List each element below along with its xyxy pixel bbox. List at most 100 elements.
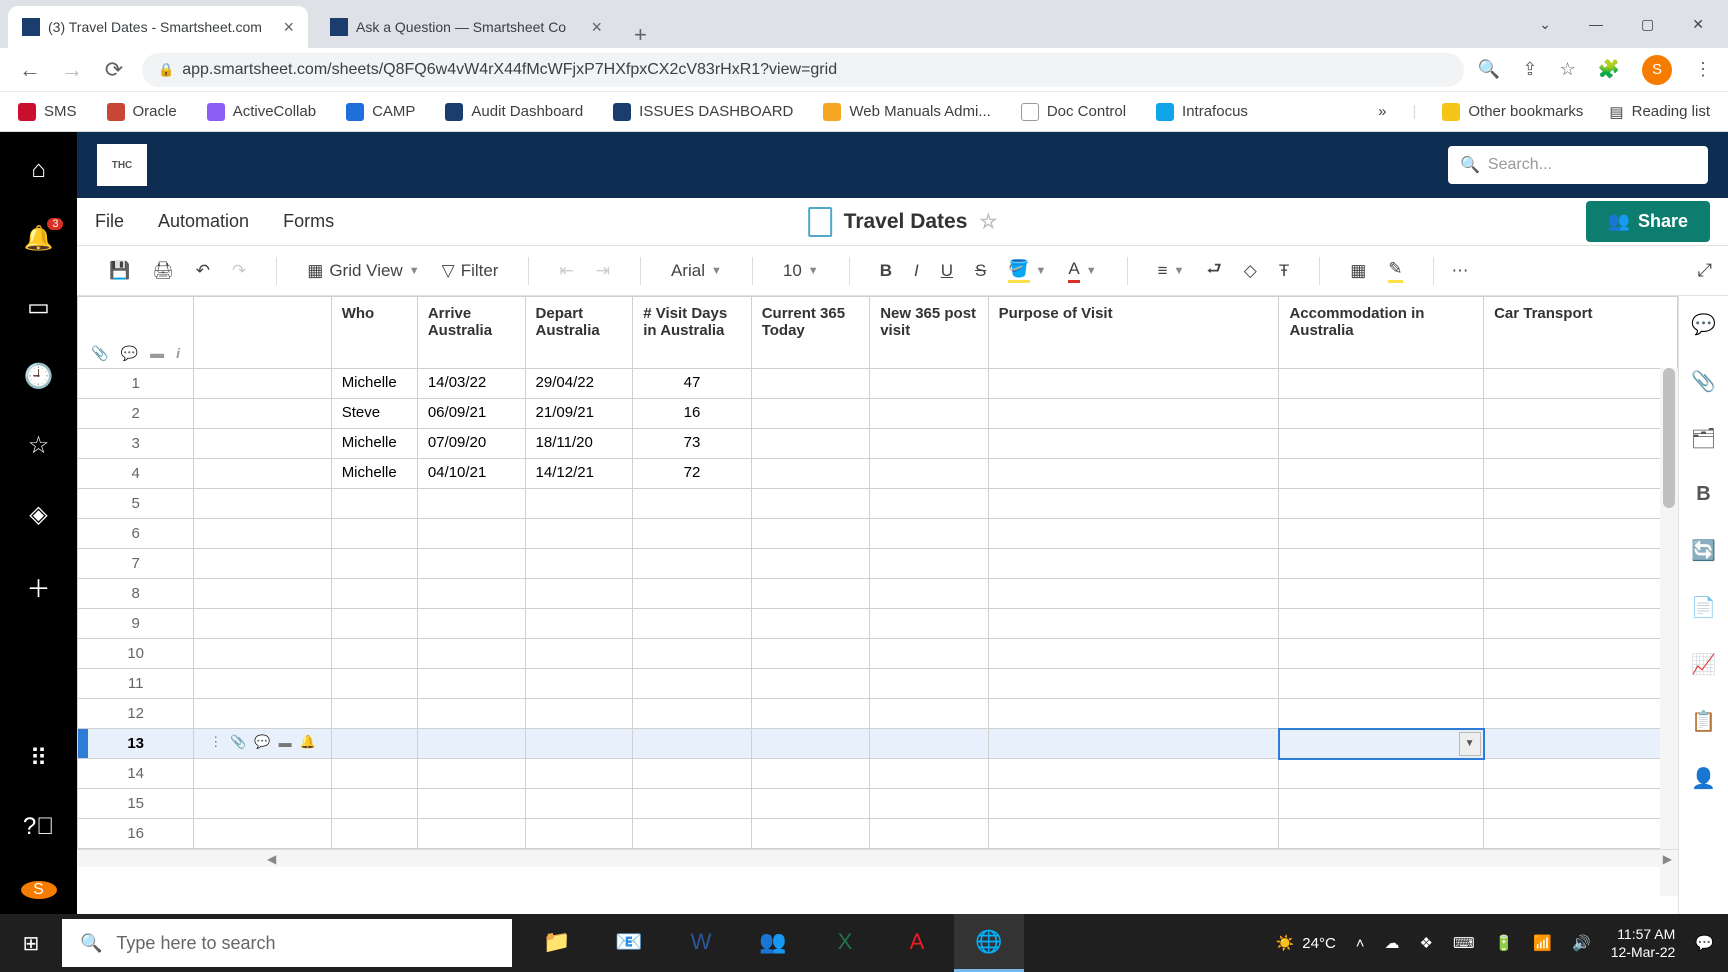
- cell[interactable]: [417, 789, 525, 819]
- cell[interactable]: ▼: [1279, 729, 1484, 759]
- browser-tab-inactive[interactable]: Ask a Question — Smartsheet Co ×: [316, 6, 616, 48]
- publish-icon[interactable]: 📄: [1691, 595, 1716, 620]
- proofs-icon[interactable]: 🗂: [1691, 426, 1716, 451]
- taskbar-word[interactable]: W: [666, 914, 736, 972]
- url-input[interactable]: 🔒 app.smartsheet.com/sheets/Q8FQ6w4vW4rX…: [142, 53, 1464, 87]
- clear-format-icon[interactable]: ◇: [1240, 257, 1261, 285]
- cell[interactable]: 06/09/21: [417, 399, 525, 429]
- cell[interactable]: [1484, 549, 1678, 579]
- row-number[interactable]: 9: [78, 609, 194, 639]
- expand-icon[interactable]: ⤢: [1698, 260, 1712, 281]
- cell[interactable]: [988, 699, 1279, 729]
- cell[interactable]: Steve: [331, 399, 417, 429]
- apps-icon[interactable]: ⠿: [30, 744, 48, 773]
- cell[interactable]: 21/09/21: [525, 399, 633, 429]
- cell[interactable]: [1484, 609, 1678, 639]
- cell[interactable]: [1484, 489, 1678, 519]
- cell[interactable]: 07/09/20: [417, 429, 525, 459]
- cell[interactable]: [751, 789, 869, 819]
- row-actions-cell[interactable]: [194, 789, 331, 819]
- cell[interactable]: [417, 669, 525, 699]
- filter-button[interactable]: ▽ Filter: [438, 257, 503, 285]
- cell[interactable]: [525, 789, 633, 819]
- cell[interactable]: [633, 729, 751, 759]
- row-actions-cell[interactable]: ⋮📎💬▬🔔: [194, 729, 331, 759]
- volume-icon[interactable]: 🔊: [1572, 934, 1591, 952]
- row-number[interactable]: 2: [78, 399, 194, 429]
- cell[interactable]: [417, 819, 525, 849]
- row-number[interactable]: 6: [78, 519, 194, 549]
- menu-file[interactable]: File: [95, 211, 124, 232]
- cell[interactable]: [525, 579, 633, 609]
- row-number[interactable]: 12: [78, 699, 194, 729]
- cell[interactable]: [870, 519, 988, 549]
- menu-forms[interactable]: Forms: [283, 211, 334, 232]
- cell[interactable]: 73: [633, 429, 751, 459]
- align-icon[interactable]: ≡ ▼: [1154, 257, 1189, 285]
- favorite-star-icon[interactable]: ☆: [979, 209, 997, 234]
- cell[interactable]: [1279, 579, 1484, 609]
- cell[interactable]: [1279, 669, 1484, 699]
- outdent-icon[interactable]: ⇤: [555, 257, 577, 285]
- attachments-icon[interactable]: 📎: [1691, 369, 1716, 394]
- strikethrough-icon[interactable]: S: [971, 257, 990, 285]
- print-icon[interactable]: 🖨: [148, 257, 178, 285]
- cell[interactable]: [417, 729, 525, 759]
- cell[interactable]: 16: [633, 399, 751, 429]
- indent-icon[interactable]: ⇥: [592, 257, 614, 285]
- cell[interactable]: 29/04/22: [525, 369, 633, 399]
- cell[interactable]: [1279, 399, 1484, 429]
- activity-log-icon[interactable]: 📈: [1691, 652, 1716, 677]
- undo-icon[interactable]: ↶: [192, 257, 214, 285]
- row-number[interactable]: 16: [78, 819, 194, 849]
- cell[interactable]: [870, 399, 988, 429]
- reading-list[interactable]: ▤Reading list: [1609, 103, 1710, 121]
- column-header-gap[interactable]: [194, 297, 331, 369]
- cell[interactable]: [1484, 459, 1678, 489]
- row-number[interactable]: 7: [78, 549, 194, 579]
- row-actions-cell[interactable]: [194, 369, 331, 399]
- column-header[interactable]: New 365 post visit: [870, 297, 988, 369]
- cell[interactable]: [525, 639, 633, 669]
- brandfolder-icon[interactable]: B: [1696, 483, 1710, 506]
- input-icon[interactable]: ⌨: [1453, 934, 1475, 952]
- cell[interactable]: [331, 789, 417, 819]
- cell[interactable]: [1279, 609, 1484, 639]
- cell[interactable]: [751, 819, 869, 849]
- cell[interactable]: [1484, 789, 1678, 819]
- cell[interactable]: [870, 579, 988, 609]
- cell[interactable]: [751, 549, 869, 579]
- bookmarks-overflow-icon[interactable]: »: [1378, 103, 1386, 120]
- cell[interactable]: [870, 609, 988, 639]
- rail-profile-avatar[interactable]: S: [21, 881, 57, 899]
- cell[interactable]: [870, 699, 988, 729]
- cell[interactable]: [751, 519, 869, 549]
- cell[interactable]: [633, 699, 751, 729]
- cell[interactable]: [525, 699, 633, 729]
- cell[interactable]: [331, 699, 417, 729]
- cell[interactable]: [988, 519, 1279, 549]
- cell[interactable]: [633, 669, 751, 699]
- row-number[interactable]: 11: [78, 669, 194, 699]
- update-requests-icon[interactable]: 🔄: [1691, 538, 1716, 563]
- row-number[interactable]: 14: [78, 759, 194, 789]
- cell[interactable]: [988, 639, 1279, 669]
- other-bookmarks[interactable]: Other bookmarks: [1442, 103, 1583, 121]
- cell[interactable]: [751, 369, 869, 399]
- bookmark-camp[interactable]: CAMP: [346, 103, 415, 121]
- weather-widget[interactable]: ☀️ 24°C: [1276, 934, 1336, 952]
- cell[interactable]: [1484, 639, 1678, 669]
- cell[interactable]: [633, 489, 751, 519]
- row-number[interactable]: 5: [78, 489, 194, 519]
- cell[interactable]: [988, 579, 1279, 609]
- italic-icon[interactable]: I: [910, 257, 923, 285]
- taskbar-outlook[interactable]: 📧: [594, 914, 664, 972]
- cell[interactable]: [1484, 759, 1678, 789]
- bookmark-webmanuals[interactable]: Web Manuals Admi...: [823, 103, 990, 121]
- maximize-icon[interactable]: ▢: [1641, 16, 1654, 33]
- column-header[interactable]: Arrive Australia: [417, 297, 525, 369]
- cell[interactable]: [331, 519, 417, 549]
- start-button[interactable]: ⊞: [0, 931, 62, 956]
- text-color-icon[interactable]: A ▼: [1064, 255, 1100, 287]
- favorites-icon[interactable]: ☆: [28, 431, 50, 460]
